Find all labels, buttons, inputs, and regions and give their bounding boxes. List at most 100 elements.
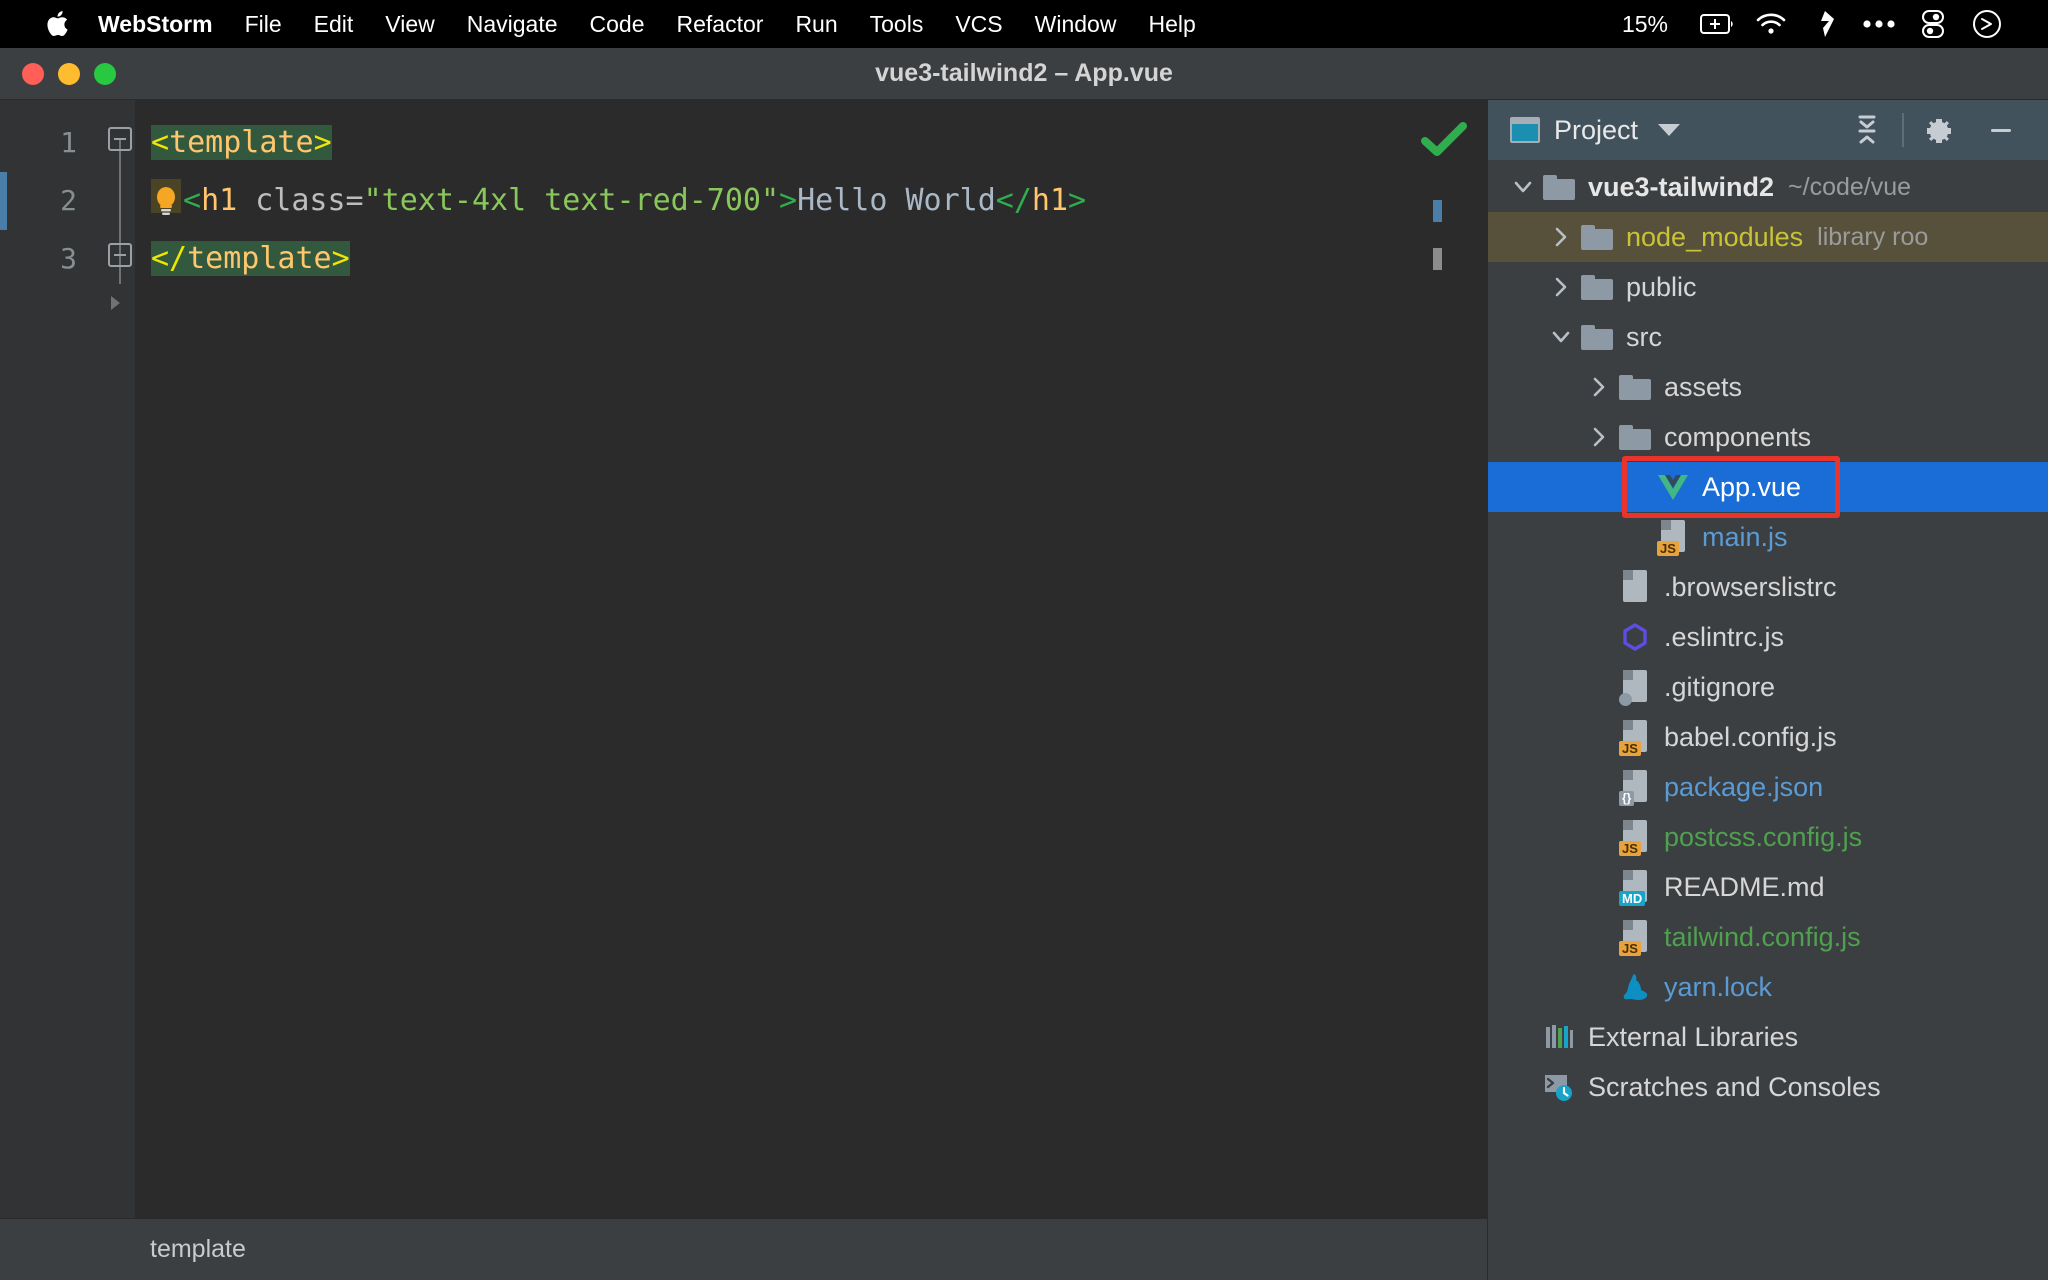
menu-vcs[interactable]: VCS [939,0,1018,48]
hide-panel-icon[interactable] [1970,100,2032,160]
menu-refactor[interactable]: Refactor [661,0,780,48]
project-window-icon [1510,117,1540,143]
tree-item-vue3-tailwind2[interactable]: vue3-tailwind2 ~/code/vue [1488,162,2048,212]
gitignore-icon [1616,670,1654,706]
menu-code[interactable]: Code [574,0,661,48]
tree-item-assets[interactable]: assets [1488,362,2048,412]
tree-item-babel-config-js[interactable]: JS babel.config.js [1488,712,2048,762]
tree-item-package-json[interactable]: {} package.json [1488,762,2048,812]
chevron-collapsed-icon[interactable] [1582,426,1616,448]
zoom-button[interactable] [94,62,116,85]
fold-marker-line-1[interactable] [105,114,135,172]
menu-view[interactable]: View [369,0,450,48]
fold-marker-line-3[interactable] [105,230,135,288]
tree-item-components[interactable]: components [1488,412,2048,462]
tree-item-app-vue[interactable]: App.vue [1488,462,2048,512]
tree-item-src[interactable]: src [1488,312,2048,362]
ellipsis-icon[interactable] [1852,0,1906,48]
code-token: > [313,125,332,160]
menu-help[interactable]: Help [1132,0,1211,48]
battery-icon[interactable] [1690,0,1744,48]
minimize-button[interactable] [58,62,80,85]
code-token: h1 [201,183,238,218]
code-line-2[interactable]: <h1 class="text-4xl text-red-700">Hello … [135,172,1401,230]
tree-item-tailwind-config-js[interactable]: JS tailwind.config.js [1488,912,2048,962]
tree-item-label: yarn.lock [1664,971,1773,1002]
tree-item-label: assets [1664,371,1743,402]
tree-item-label: components [1664,421,1812,452]
tree-item-scratches-and-consoles[interactable]: Scratches and Consoles [1488,1062,2048,1112]
tree-item-label: Scratches and Consoles [1588,1071,1881,1102]
tree-item-postcss-config-js[interactable]: JS postcss.config.js [1488,812,2048,862]
line-number-gutter: 1 2 3 [0,100,105,1218]
chevron-collapsed-icon[interactable] [1544,226,1578,248]
editor-main: 1 2 3 <template> <h1 class="text-4xl tex… [0,100,1487,1218]
control-center-icon[interactable] [1906,0,1960,48]
text-file-icon [1616,570,1654,604]
chevron-down-icon[interactable] [1658,124,1681,136]
menu-bar-status-area: 15% [1600,0,2026,48]
menu-run[interactable]: Run [779,0,853,48]
code-token: class= [237,183,364,218]
traffic-lights [0,62,116,85]
dropbox-icon[interactable] [1798,0,1852,48]
code-editor: 1 2 3 <template> <h1 class="text-4xl tex… [0,100,1487,1280]
code-token: < [151,125,170,160]
tree-item-yarn-lock[interactable]: yarn.lock [1488,962,2048,1012]
menu-navigate[interactable]: Navigate [451,0,574,48]
vcs-marker[interactable] [1433,248,1442,270]
code-line-1[interactable]: <template> [135,114,1401,172]
code-token: > [779,183,798,218]
tree-item-main-js[interactable]: JS main.js [1488,512,2048,562]
tree-item-label: node_modules [1626,221,1804,252]
menu-window[interactable]: Window [1019,0,1133,48]
tree-item-external-libraries[interactable]: External Libraries [1488,1012,2048,1062]
line-number: 3 [60,242,77,275]
vcs-marker[interactable] [1433,200,1442,222]
tree-item-label: .gitignore [1664,671,1776,702]
menu-webstorm[interactable]: WebStorm [98,0,229,48]
project-file-tree[interactable]: vue3-tailwind2 ~/code/vue node_modules libr… [1488,160,2048,1280]
apple-logo-icon[interactable] [46,9,72,39]
tree-item-label: src [1626,321,1662,352]
tree-item-node-modules[interactable]: node_modules library roo [1488,212,2048,262]
siri-icon[interactable] [1960,0,2014,48]
menu-file[interactable]: File [229,0,298,48]
chevron-expanded-icon[interactable] [1544,326,1578,348]
tree-item-readme-md[interactable]: MD README.md [1488,862,2048,912]
settings-gear-icon[interactable] [1908,100,1970,160]
code-token: h1 [1031,183,1069,218]
code-token: </ [151,241,188,276]
wifi-icon[interactable] [1744,0,1798,48]
breadcrumb[interactable]: template [150,1235,246,1264]
inspection-ok-check-icon[interactable] [1421,122,1467,163]
code-token: template [187,241,332,276]
code-text-area[interactable]: <template> <h1 class="text-4xl text-red-… [135,100,1401,1218]
intention-bulb-icon[interactable] [151,179,181,215]
eslint-icon [1616,622,1654,652]
chevron-expanded-icon[interactable] [1506,176,1540,198]
folder-icon [1616,374,1654,400]
js-file-icon: JS [1616,720,1654,756]
vcs-change-marker[interactable] [0,172,7,230]
chevron-collapsed-icon[interactable] [1582,376,1616,398]
tree-item-browserslistrc[interactable]: .browserslistrc [1488,562,2048,612]
menu-tools[interactable]: Tools [854,0,940,48]
close-button[interactable] [22,62,44,85]
tree-item-public[interactable]: public [1488,262,2048,312]
collapse-all-icon[interactable] [1836,100,1898,160]
external-libraries-icon [1540,1023,1578,1051]
tree-item-gitignore[interactable]: .gitignore [1488,662,2048,712]
folder-icon [1616,424,1654,450]
tree-item-label: main.js [1702,521,1788,552]
code-line-3[interactable]: </template> [135,230,1401,288]
code-token: template [169,125,314,160]
menu-edit[interactable]: Edit [298,0,370,48]
folder-icon [1578,324,1616,350]
inspection-marker-strip[interactable] [1401,100,1487,1218]
tree-item-label: External Libraries [1588,1021,1799,1052]
tree-item-eslintrc-js[interactable]: .eslintrc.js [1488,612,2048,662]
fold-spacer-line-2 [105,172,135,230]
chevron-collapsed-icon[interactable] [1544,276,1578,298]
folder-icon [1578,224,1616,250]
